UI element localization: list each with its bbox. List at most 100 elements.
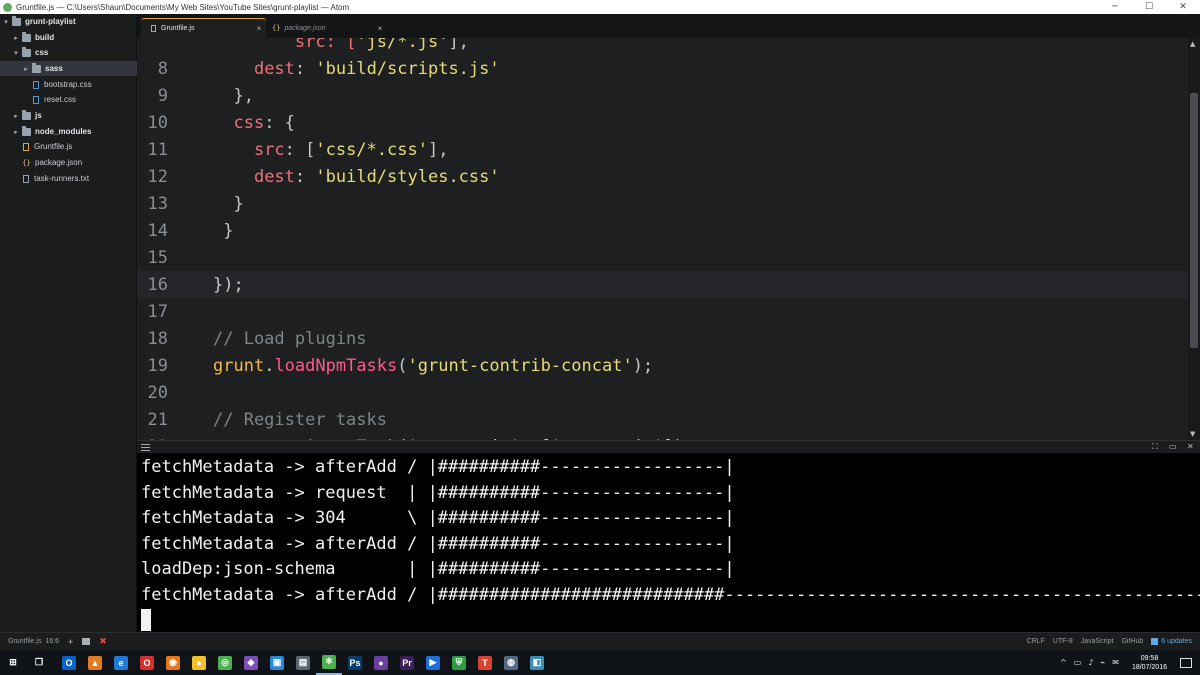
tree-folder-node-modules[interactable]: ▸ node_modules bbox=[0, 124, 137, 139]
taskbar-task-view-button[interactable]: ❐ bbox=[26, 650, 52, 675]
taskbar-opera-button[interactable]: O bbox=[134, 650, 160, 675]
taskbar-globe-button[interactable]: ◍ bbox=[498, 650, 524, 675]
maximize-button[interactable]: ☐ bbox=[1132, 2, 1166, 12]
taskbar-outlook-button[interactable]: O bbox=[56, 650, 82, 675]
close-button[interactable]: ✕ bbox=[1166, 2, 1200, 12]
hamburger-icon[interactable] bbox=[141, 444, 150, 451]
tab-close-icon[interactable]: × bbox=[373, 24, 387, 33]
tree-folder-build[interactable]: ▸ build bbox=[0, 30, 137, 45]
code-line[interactable]: 17 bbox=[137, 298, 1188, 325]
grammar[interactable]: JavaScript bbox=[1081, 638, 1114, 645]
taskbar-edge-button[interactable]: e bbox=[108, 650, 134, 675]
taskbar-premiere-button[interactable]: Pr bbox=[394, 650, 420, 675]
notification-icon[interactable] bbox=[1180, 657, 1192, 668]
taskbar-shield-button[interactable]: ⛨ bbox=[446, 650, 472, 675]
message-icon[interactable]: ✉ bbox=[1112, 658, 1119, 667]
code-line[interactable]: 8 dest: 'build/scripts.js' bbox=[137, 55, 1188, 82]
taskbar-chrome-button[interactable]: ◎ bbox=[212, 650, 238, 675]
chevron-right-icon: ▸ bbox=[14, 33, 18, 42]
firefox-icon: ◉ bbox=[166, 655, 180, 670]
taskbar-circle-button[interactable]: ● bbox=[368, 650, 394, 675]
chevron-up-icon[interactable]: ^ bbox=[1060, 658, 1067, 667]
battery-icon[interactable]: ▭ bbox=[1074, 658, 1082, 667]
editor-scrollbar[interactable]: ▲ ▼ bbox=[1188, 38, 1200, 440]
clock[interactable]: 09:58 18/07/2016 bbox=[1126, 654, 1173, 672]
updates-badge[interactable]: 6 updates bbox=[1151, 638, 1192, 645]
line-number: 18 bbox=[147, 328, 168, 349]
tree-item-label: js bbox=[35, 111, 42, 120]
folder-icon bbox=[22, 31, 31, 42]
code-line[interactable]: 16}); bbox=[137, 271, 1188, 298]
terminal-icon[interactable] bbox=[82, 638, 91, 645]
taskbar-sticky-button[interactable]: ● bbox=[186, 650, 212, 675]
tree-file-package-json[interactable]: {} package.json bbox=[0, 155, 137, 170]
tree-folder-css[interactable]: ▾ css bbox=[0, 45, 137, 60]
code-line[interactable]: 18 // Load plugins bbox=[137, 325, 1188, 352]
taskbar-windows-start-button[interactable]: ⊞ bbox=[0, 650, 26, 675]
code-token: 'css/*.css' bbox=[315, 139, 428, 160]
line-ending[interactable]: CRLF bbox=[1027, 638, 1045, 645]
tab-gruntfile[interactable]: Gruntfile.js × bbox=[141, 18, 266, 38]
code-line[interactable]: 12 dest: 'build/styles.css' bbox=[137, 163, 1188, 190]
minimize-button[interactable]: ─ bbox=[1098, 2, 1132, 12]
scroll-up-icon[interactable]: ▲ bbox=[1190, 40, 1195, 48]
scroll-down-icon[interactable]: ▼ bbox=[1190, 430, 1195, 438]
taskbar-play-button[interactable]: ▶ bbox=[420, 650, 446, 675]
opera-icon: O bbox=[140, 655, 154, 670]
js-file-icon bbox=[151, 25, 156, 32]
scrollbar-thumb[interactable] bbox=[1190, 93, 1198, 348]
code-text: // Load plugins bbox=[213, 329, 367, 349]
tree-folder-sass[interactable]: ▸ sass bbox=[0, 61, 137, 76]
code-line[interactable]: 15 bbox=[137, 244, 1188, 271]
tree-folder-js[interactable]: ▸ js bbox=[0, 108, 137, 123]
taskbar-todoist-button[interactable]: T bbox=[472, 650, 498, 675]
code-token: grunt bbox=[213, 355, 265, 376]
tree-file-gruntfile[interactable]: Gruntfile.js bbox=[0, 139, 137, 154]
code-line[interactable]: 10 css: { bbox=[137, 109, 1188, 136]
code-line[interactable]: 19 grunt.loadNpmTasks('grunt-contrib-conc… bbox=[137, 352, 1188, 379]
code-line[interactable]: 13 } bbox=[137, 190, 1188, 217]
code-line[interactable]: 14 } bbox=[137, 217, 1188, 244]
taskbar-atom-button[interactable]: ⚛ bbox=[316, 650, 342, 675]
taskbar-visual-studio-button[interactable]: ◆ bbox=[238, 650, 264, 675]
taskbar-firefox-button[interactable]: ◉ bbox=[160, 650, 186, 675]
line-number: 12 bbox=[147, 166, 168, 187]
tree-root-grunt-playlist[interactable]: ▾ grunt-playlist bbox=[0, 14, 137, 29]
terminal-line: fetchMetadata -> afterAdd / |##########-… bbox=[141, 457, 735, 477]
tab-package-json[interactable]: {} package.json × bbox=[262, 18, 387, 38]
text-file-icon bbox=[23, 174, 29, 183]
code-line[interactable]: src: ['js/*.js'], bbox=[137, 38, 1188, 55]
tree-file-task-runners[interactable]: task-runners.txt bbox=[0, 171, 137, 186]
tree-item-label: css bbox=[35, 48, 49, 57]
terminal-line: loadDep:json-schema | |##########-------… bbox=[141, 559, 735, 580]
taskbar-explorer-button[interactable]: ▤ bbox=[290, 650, 316, 675]
tree-file-reset-css[interactable]: reset.css bbox=[0, 92, 137, 107]
code-line[interactable]: 20 bbox=[137, 379, 1188, 406]
title-bar[interactable]: Gruntfile.js — C:\Users\Shaun\Documents\… bbox=[0, 0, 1200, 14]
github-status[interactable]: GitHub bbox=[1121, 638, 1143, 645]
terminal-panel[interactable]: fetchMetadata -> afterAdd / |##########-… bbox=[137, 453, 1200, 632]
code-line[interactable]: 11 src: ['css/*.css'], bbox=[137, 136, 1188, 163]
taskbar-photoshop-button[interactable]: Ps bbox=[342, 650, 368, 675]
terminal-hide-icon[interactable]: ▭ bbox=[1169, 442, 1177, 451]
tree-file-bootstrap-css[interactable]: bootstrap.css bbox=[0, 77, 137, 92]
code-line[interactable]: 9 }, bbox=[137, 82, 1188, 109]
updates-label: 6 updates bbox=[1161, 638, 1192, 645]
close-terminal-icon[interactable]: ✖ bbox=[99, 637, 107, 647]
code-editor[interactable]: src: ['js/*.js'], 8 dest: 'build/scripts.… bbox=[137, 38, 1188, 440]
volume-icon[interactable]: ♪ bbox=[1088, 658, 1093, 667]
code-line[interactable]: 21 // Register tasks bbox=[137, 406, 1188, 433]
code-token: } bbox=[213, 220, 234, 241]
network-icon[interactable]: ⌁ bbox=[1100, 658, 1105, 667]
taskbar-photo-button[interactable]: ▲ bbox=[82, 650, 108, 675]
code-token: : { bbox=[264, 112, 295, 133]
taskbar-cube-button[interactable]: ◧ bbox=[524, 650, 550, 675]
code-line[interactable]: 22grunt.registerTask('concat-js', ['conc… bbox=[137, 433, 1188, 441]
terminal-maximize-icon[interactable]: ⛶ bbox=[1152, 442, 1158, 452]
taskbar-app-button[interactable]: ▣ bbox=[264, 650, 290, 675]
new-terminal-button[interactable]: + bbox=[68, 637, 73, 647]
encoding[interactable]: UTF-8 bbox=[1053, 638, 1073, 645]
chevron-right-icon: ▸ bbox=[14, 111, 18, 120]
status-file[interactable]: Gruntfile.js 16:6 bbox=[8, 638, 59, 645]
terminal-close-icon[interactable]: ✕ bbox=[1187, 442, 1194, 451]
